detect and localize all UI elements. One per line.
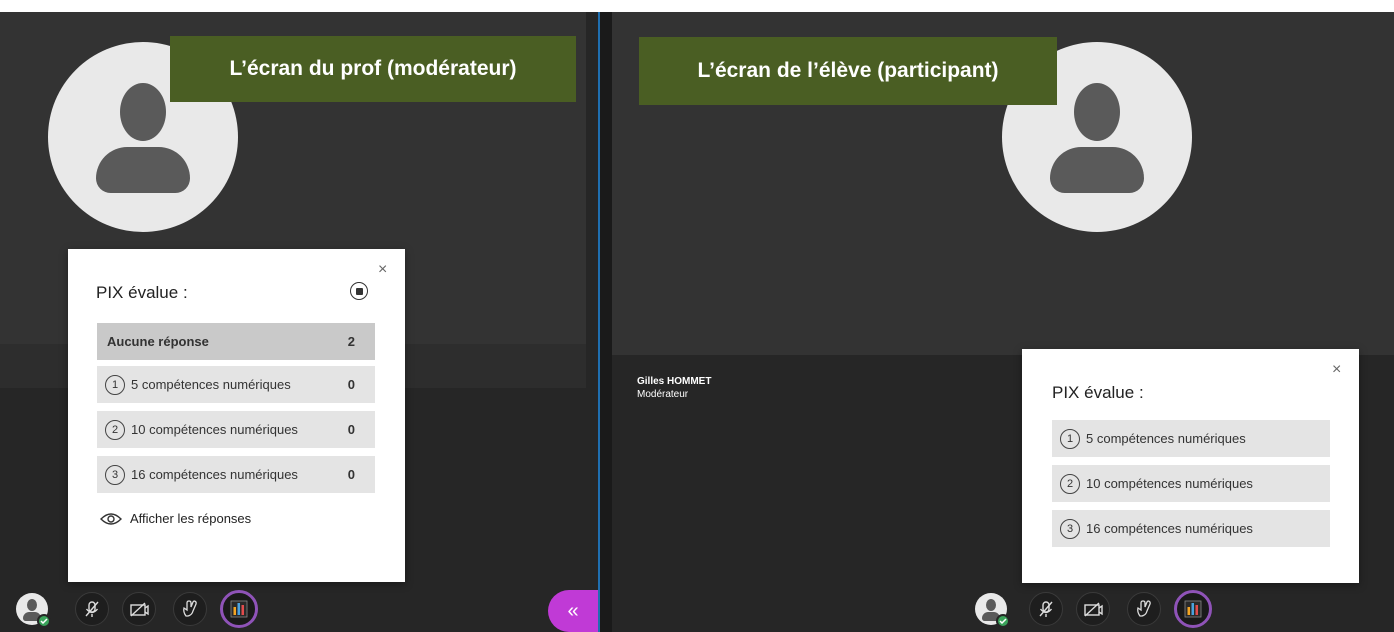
camera-off-icon: [130, 602, 149, 617]
poll-button[interactable]: [1174, 590, 1212, 628]
show-responses-label: Afficher les réponses: [130, 511, 252, 526]
my-avatar-button[interactable]: [16, 593, 51, 628]
presenter-role: Modérateur: [637, 389, 689, 400]
poll-option-row: 1 5 compétences numériques 0: [97, 366, 375, 403]
mic-off-button[interactable]: [1029, 592, 1063, 626]
teacher-screen-banner: L’écran du prof (modérateur): [170, 36, 576, 102]
option-label: 10 compétences numériques: [1086, 476, 1253, 491]
eye-icon: [100, 512, 122, 525]
poll-choice-1[interactable]: 1 5 compétences numériques: [1052, 420, 1330, 457]
option-number: 2: [105, 419, 125, 440]
poll-icon: [230, 600, 248, 618]
camera-off-button[interactable]: [1076, 592, 1110, 626]
option-label: 16 compétences numériques: [1086, 521, 1253, 536]
option-label: 5 compétences numériques: [131, 377, 291, 392]
raise-hand-button[interactable]: [1127, 592, 1161, 626]
status-check-icon: [37, 614, 51, 628]
poll-button[interactable]: [220, 590, 258, 628]
participant-poll-panel: × PIX évalue : 1 5 compétences numérique…: [1022, 349, 1359, 583]
close-icon[interactable]: ×: [378, 261, 387, 279]
option-number: 1: [105, 374, 125, 395]
option-number: 3: [105, 464, 125, 485]
moderator-poll-panel: × PIX évalue : Aucune réponse 2 1 5 comp…: [68, 249, 405, 582]
show-responses-link[interactable]: Afficher les réponses: [100, 511, 251, 526]
poll-option-row: 3 16 compétences numériques 0: [97, 456, 375, 493]
student-screen-banner: L’écran de l’élève (participant): [639, 37, 1057, 105]
option-count: 0: [347, 377, 355, 392]
poll-choice-2[interactable]: 2 10 compétences numériques: [1052, 465, 1330, 502]
option-label: 10 compétences numériques: [131, 422, 298, 437]
divider-line: [598, 12, 600, 632]
poll-choice-3[interactable]: 3 16 compétences numériques: [1052, 510, 1330, 547]
option-count: 0: [347, 467, 355, 482]
separator: [600, 12, 612, 632]
option-number: 3: [1060, 518, 1080, 539]
camera-off-button[interactable]: [122, 592, 156, 626]
close-icon[interactable]: ×: [1332, 361, 1341, 379]
collapse-panel-button[interactable]: «: [548, 590, 598, 632]
my-avatar-button[interactable]: [975, 593, 1010, 628]
double-chevron-left-icon: «: [567, 599, 579, 622]
poll-title: PIX évalue :: [96, 283, 188, 302]
camera-off-icon: [1084, 602, 1103, 617]
stop-poll-icon[interactable]: [350, 282, 368, 300]
no-response-row: Aucune réponse 2: [97, 323, 375, 360]
option-number: 2: [1060, 473, 1080, 494]
raise-hand-icon: [1137, 600, 1151, 617]
poll-option-row: 2 10 compétences numériques 0: [97, 411, 375, 448]
option-number: 1: [1060, 428, 1080, 449]
raise-hand-icon: [183, 600, 197, 617]
mic-off-icon: [85, 601, 99, 617]
option-count: 0: [347, 422, 355, 437]
status-check-icon: [996, 614, 1010, 628]
poll-title: PIX évalue :: [1052, 383, 1144, 402]
no-response-label: Aucune réponse: [107, 334, 209, 349]
option-label: 16 compétences numériques: [131, 467, 298, 482]
presenter-name: Gilles HOMMET: [637, 376, 712, 387]
raise-hand-button[interactable]: [173, 592, 207, 626]
mic-off-icon: [1039, 601, 1053, 617]
mic-off-button[interactable]: [75, 592, 109, 626]
option-label: 5 compétences numériques: [1086, 431, 1246, 446]
no-response-count: 2: [347, 334, 355, 349]
presenter-label: Gilles HOMMET Modérateur: [637, 375, 711, 401]
poll-icon: [1184, 600, 1202, 618]
